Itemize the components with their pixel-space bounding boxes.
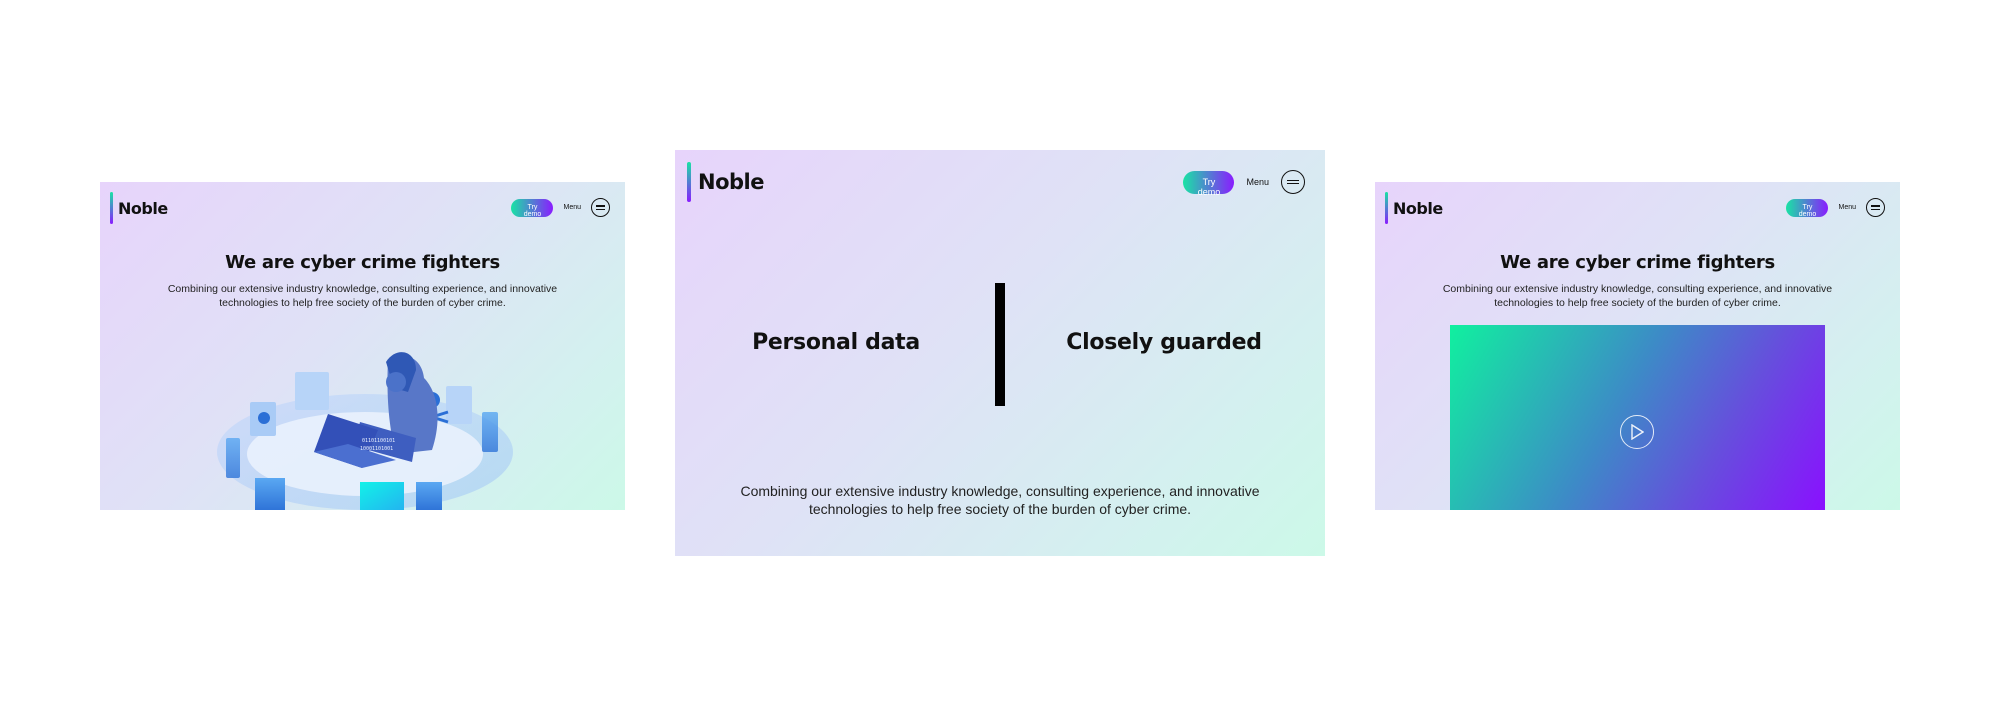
top-nav: Try demo Menu xyxy=(1183,170,1305,197)
menu-icon[interactable] xyxy=(591,198,610,217)
top-nav: Try demo Menu xyxy=(511,198,610,218)
hero-title: We are cyber crime fighters xyxy=(1500,252,1775,273)
play-icon[interactable] xyxy=(1620,415,1654,449)
svg-text:10001101001: 10001101001 xyxy=(360,446,393,452)
split-text-right: Closely guarded xyxy=(1066,330,1262,355)
menu-label[interactable]: Menu xyxy=(1838,204,1856,211)
try-demo-button[interactable]: Try demo xyxy=(1183,170,1235,197)
screen-hero-illustration: Noble Try demo Menu We are cyber crime f… xyxy=(100,182,625,510)
hero-title: We are cyber crime fighters xyxy=(225,252,500,273)
try-demo-button[interactable]: Try demo xyxy=(1786,198,1829,218)
menu-icon[interactable] xyxy=(1866,198,1885,217)
statement-subtitle: Combining our extensive industry knowled… xyxy=(740,483,1260,517)
try-demo-button[interactable]: Try demo xyxy=(511,198,554,218)
logo[interactable]: Noble xyxy=(1385,192,1443,224)
video-player[interactable] xyxy=(1450,325,1825,510)
logo-text: Noble xyxy=(118,198,168,218)
logo-text: Noble xyxy=(1393,198,1443,218)
top-nav: Try demo Menu xyxy=(1786,198,1885,218)
svg-text:01101100101: 01101100101 xyxy=(362,438,395,444)
logo-mark xyxy=(1385,192,1388,224)
hacker-illustration: 01101100101 10001101001 xyxy=(217,352,513,510)
menu-label[interactable]: Menu xyxy=(1246,177,1269,187)
hero-subtitle: Combining our extensive industry knowled… xyxy=(167,283,558,309)
split-text-left: Personal data xyxy=(752,330,920,355)
logo[interactable]: Noble xyxy=(687,162,764,202)
logo-mark xyxy=(110,192,113,224)
menu-icon[interactable] xyxy=(1281,170,1305,194)
logo-mark xyxy=(687,162,691,202)
screen-hero-video: Noble Try demo Menu We are cyber crime f… xyxy=(1375,182,1900,510)
menu-label[interactable]: Menu xyxy=(563,204,581,211)
hero-subtitle: Combining our extensive industry knowled… xyxy=(1442,283,1833,309)
screen-split-statement: Noble Try demo Menu Personal data Closel… xyxy=(675,150,1325,556)
logo[interactable]: Noble xyxy=(110,192,168,224)
logo-text: Noble xyxy=(698,170,764,194)
